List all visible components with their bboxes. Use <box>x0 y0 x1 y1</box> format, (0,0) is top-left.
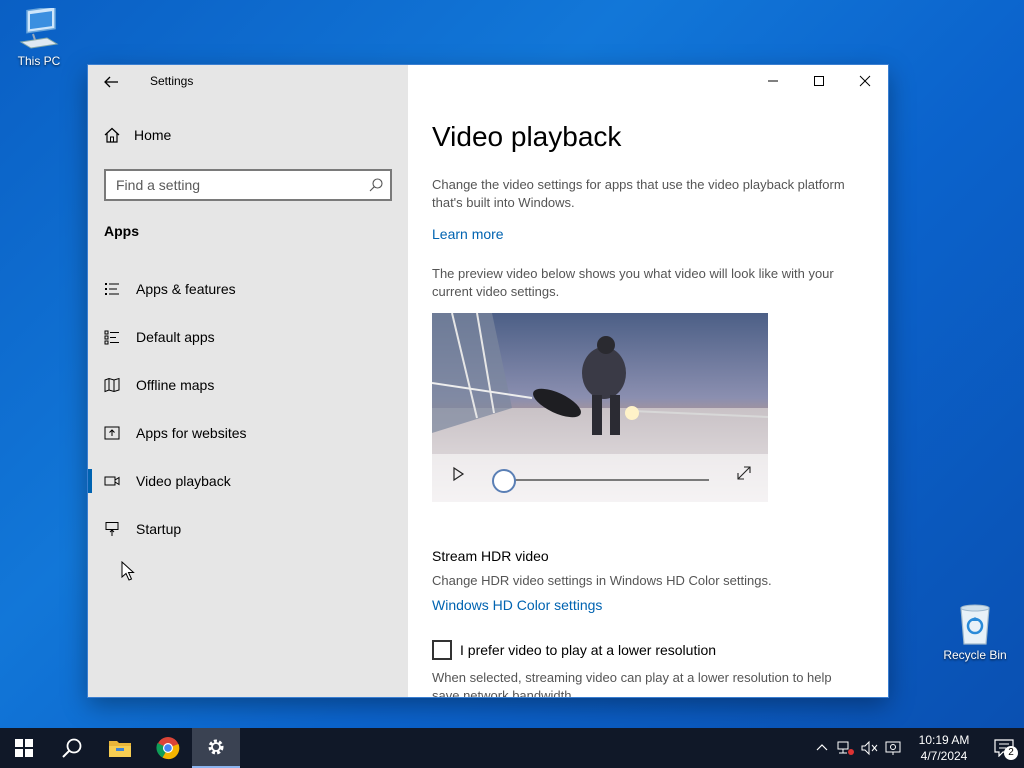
play-button[interactable] <box>450 466 466 487</box>
web-app-icon <box>104 425 120 441</box>
back-arrow-icon <box>104 76 118 88</box>
close-icon <box>859 75 871 87</box>
play-icon <box>453 466 465 482</box>
minimize-icon <box>768 80 778 82</box>
map-icon <box>104 377 120 393</box>
video-controls <box>432 454 768 502</box>
section-title: Apps <box>104 223 139 239</box>
window-title: Settings <box>150 74 194 88</box>
sidebar-item-apps-for-websites[interactable]: Apps for websites <box>88 409 408 457</box>
page-title: Video playback <box>432 121 622 152</box>
clock[interactable]: 10:19 AM 4/7/2024 <box>912 732 976 764</box>
search-taskbar-button[interactable] <box>48 728 96 768</box>
default-apps-icon <box>104 329 120 345</box>
back-button[interactable] <box>100 71 122 93</box>
chrome-icon <box>156 737 180 760</box>
file-explorer-button[interactable] <box>96 728 144 768</box>
sidebar-item-label: Apps & features <box>136 281 236 297</box>
content-pane: Video playback Change the video settings… <box>408 65 888 697</box>
display-tray-button[interactable] <box>882 728 906 768</box>
clock-time: 10:19 AM <box>918 733 970 747</box>
seek-bar[interactable] <box>504 479 709 481</box>
recycle-bin-icon <box>953 602 997 646</box>
search-input[interactable] <box>106 171 356 199</box>
home-icon <box>104 127 120 143</box>
sidebar-item-startup[interactable]: Startup <box>88 505 408 553</box>
search-icon <box>62 738 82 758</box>
volume-muted-icon <box>861 740 878 756</box>
sidebar-nav: Apps & features Default apps Offline map… <box>88 265 408 553</box>
taskbar: 10:19 AM 4/7/2024 2 <box>0 728 1024 768</box>
chevron-up-icon <box>816 744 828 751</box>
display-icon <box>885 741 901 755</box>
lowres-description: When selected, streaming video can play … <box>432 670 832 697</box>
fullscreen-button[interactable] <box>735 464 753 487</box>
list-icon <box>104 281 120 297</box>
gear-icon <box>208 739 224 755</box>
fullscreen-icon <box>737 466 751 480</box>
action-center-button[interactable]: 2 <box>984 728 1024 768</box>
sidebar-item-default-apps[interactable]: Default apps <box>88 313 408 361</box>
sidebar-item-offline-maps[interactable]: Offline maps <box>88 361 408 409</box>
sidebar: Settings Home Apps <box>88 65 408 697</box>
show-hidden-icons-button[interactable] <box>810 728 834 768</box>
titlebar: Settings <box>88 65 408 97</box>
volume-tray-button[interactable] <box>858 728 882 768</box>
mouse-cursor-icon <box>121 560 135 586</box>
lowres-option[interactable]: I prefer video to play at a lower resolu… <box>432 640 716 660</box>
sidebar-item-label: Offline maps <box>136 377 215 393</box>
desktop-icon-label: This PC <box>17 54 61 68</box>
page-description: Change the video settings for apps that … <box>432 177 845 210</box>
sidebar-item-label: Apps for websites <box>136 425 247 441</box>
search-box <box>104 169 392 201</box>
hdr-description: Change HDR video settings in Windows HD … <box>432 573 772 588</box>
maximize-icon <box>814 76 824 86</box>
network-icon <box>837 741 854 755</box>
clock-date: 4/7/2024 <box>920 749 968 763</box>
sidebar-item-video-playback[interactable]: Video playback <box>88 457 408 505</box>
sidebar-item-label: Startup <box>136 521 182 537</box>
desktop-icon-label: Recycle Bin <box>943 648 1007 662</box>
system-tray: 10:19 AM 4/7/2024 2 <box>810 728 1024 768</box>
lowres-checkbox[interactable] <box>432 640 452 660</box>
notification-badge: 2 <box>1004 746 1018 760</box>
startup-icon <box>104 521 120 537</box>
video-icon <box>104 473 120 489</box>
chrome-button[interactable] <box>144 728 192 768</box>
preview-description: The preview video below shows you what v… <box>432 266 834 299</box>
desktop-icon-recycle-bin[interactable]: Recycle Bin <box>940 602 1010 662</box>
hdr-heading: Stream HDR video <box>432 548 549 564</box>
lowres-label: I prefer video to play at a lower resolu… <box>460 642 717 658</box>
home-label: Home <box>134 127 172 143</box>
computer-icon <box>17 5 61 52</box>
network-tray-button[interactable] <box>834 728 858 768</box>
start-button[interactable] <box>0 728 48 768</box>
close-button[interactable] <box>842 65 888 97</box>
maximize-button[interactable] <box>796 65 842 97</box>
learn-more-link[interactable]: Learn more <box>432 226 504 242</box>
hd-color-settings-link[interactable]: Windows HD Color settings <box>432 597 602 613</box>
sidebar-item-label: Default apps <box>136 329 215 345</box>
settings-taskbar-button[interactable] <box>192 728 240 768</box>
home-link[interactable]: Home <box>104 127 171 143</box>
windows-logo-icon <box>15 739 33 757</box>
sidebar-item-label: Video playback <box>136 473 231 489</box>
minimize-button[interactable] <box>750 65 796 97</box>
sidebar-item-apps-features[interactable]: Apps & features <box>88 265 408 313</box>
preview-video[interactable] <box>432 313 768 502</box>
seek-thumb[interactable] <box>492 469 516 493</box>
desktop-icon-this-pc[interactable]: This PC <box>4 5 74 68</box>
search-icon[interactable] <box>368 177 384 198</box>
settings-window: Settings Home Apps <box>88 65 888 697</box>
folder-icon <box>109 741 131 757</box>
